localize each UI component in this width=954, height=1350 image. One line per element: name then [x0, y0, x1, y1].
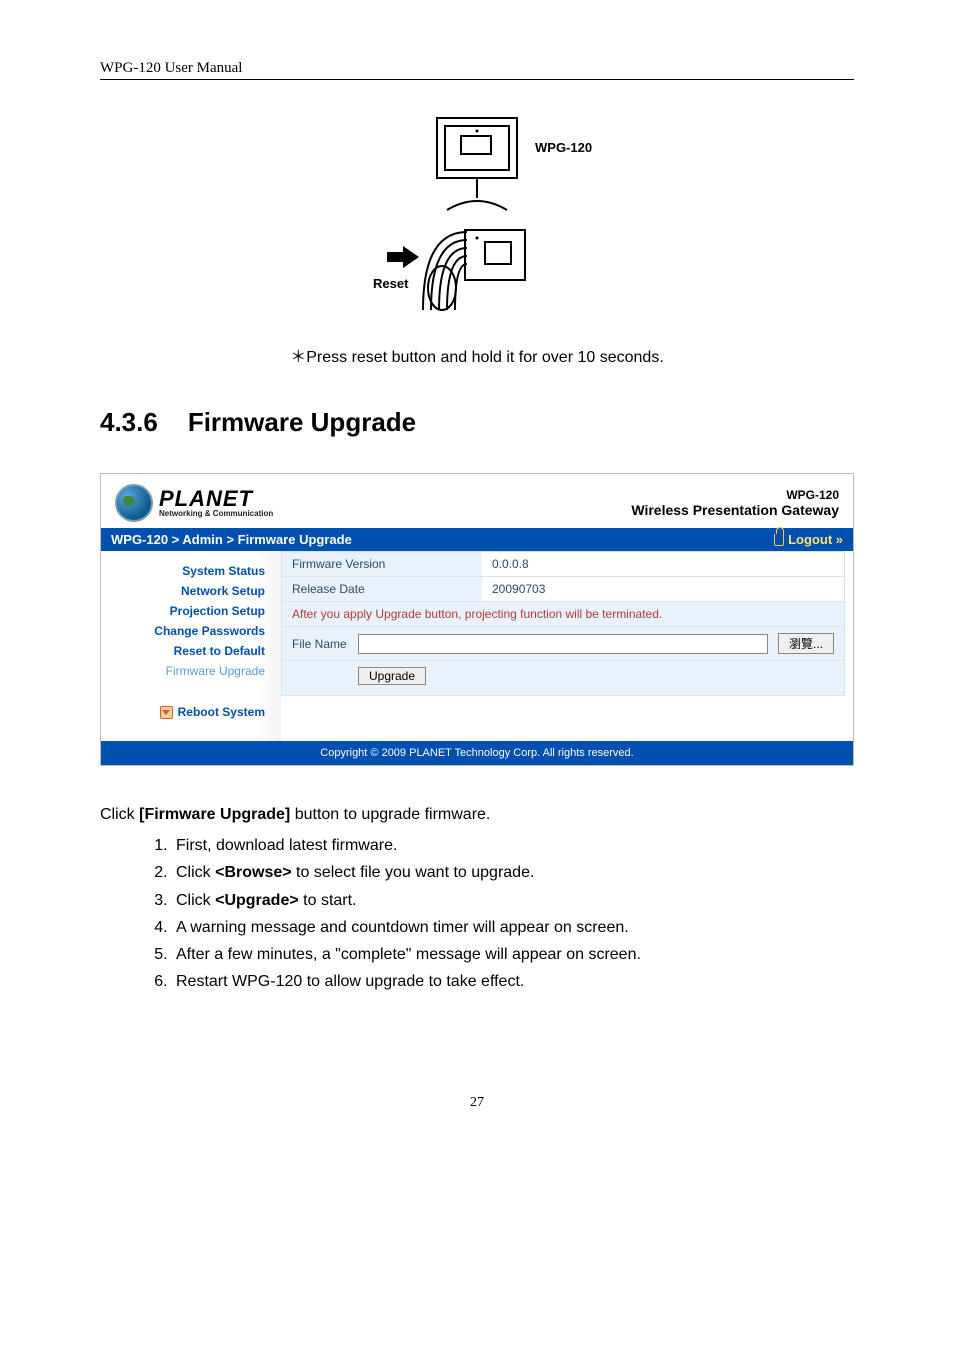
instructions: Click [Firmware Upgrade] button to upgra… — [100, 801, 854, 995]
upgrade-button[interactable]: Upgrade — [358, 667, 426, 685]
sidebar-item-system-status[interactable]: System Status — [101, 561, 265, 581]
file-name-label: File Name — [292, 637, 348, 651]
reboot-icon — [160, 706, 173, 719]
reset-caption: ＊Press reset button and hold it for over… — [100, 343, 854, 367]
model-label: WPG-120 — [631, 488, 839, 502]
content-panel: Firmware Version 0.0.0.8 Release Date 20… — [281, 551, 853, 741]
logo-tagline: Networking & Communication — [159, 510, 273, 518]
sidebar-item-reboot[interactable]: Reboot System — [101, 705, 265, 719]
sidebar-item-network-setup[interactable]: Network Setup — [101, 581, 265, 601]
section-heading: 4.3.6 Firmware Upgrade — [100, 407, 854, 438]
logo: PLANET Networking & Communication — [115, 484, 273, 522]
section-number: 4.3.6 — [100, 407, 158, 438]
webui-header: PLANET Networking & Communication WPG-12… — [101, 474, 853, 528]
instruction-step-4: A warning message and countdown timer wi… — [172, 914, 854, 941]
device-diagram-svg: WPG-120 Reset — [327, 110, 627, 320]
product-tagline: Wireless Presentation Gateway — [631, 502, 839, 518]
webui-screenshot: PLANET Networking & Communication WPG-12… — [100, 473, 854, 766]
diagram-reset-label: Reset — [373, 276, 409, 291]
breadcrumb-bar: WPG-120 > Admin > Firmware Upgrade Logou… — [101, 528, 853, 551]
lock-icon — [774, 534, 784, 546]
firmware-version-value: 0.0.0.8 — [482, 552, 844, 576]
instruction-step-3: Click <Upgrade> to start. — [172, 887, 854, 914]
instruction-step-5: After a few minutes, a "complete" messag… — [172, 941, 854, 968]
sidebar: System Status Network Setup Projection S… — [101, 551, 281, 741]
sidebar-item-projection-setup[interactable]: Projection Setup — [101, 601, 265, 621]
globe-icon — [115, 484, 153, 522]
instruction-step-2: Click <Browse> to select file you want t… — [172, 859, 854, 886]
sidebar-item-firmware-upgrade[interactable]: Firmware Upgrade — [101, 661, 265, 681]
instructions-intro: Click [Firmware Upgrade] button to upgra… — [100, 801, 854, 828]
release-date-value: 20090703 — [482, 577, 844, 601]
section-title: Firmware Upgrade — [188, 407, 416, 437]
instruction-step-6: Restart WPG-120 to allow upgrade to take… — [172, 968, 854, 995]
sidebar-item-change-passwords[interactable]: Change Passwords — [101, 621, 265, 641]
file-name-input[interactable] — [358, 634, 768, 654]
breadcrumb: WPG-120 > Admin > Firmware Upgrade — [111, 532, 352, 547]
browse-button[interactable]: 瀏覽... — [778, 633, 834, 654]
instruction-step-1: First, download latest firmware. — [172, 832, 854, 859]
diagram-device-label: WPG-120 — [535, 140, 592, 155]
copyright: Copyright © 2009 PLANET Technology Corp.… — [101, 741, 853, 765]
logout-link[interactable]: Logout » — [774, 532, 843, 547]
logo-brand: PLANET — [159, 488, 273, 510]
firmware-version-label: Firmware Version — [282, 552, 482, 576]
doc-header: WPG-120 User Manual — [100, 60, 854, 80]
device-diagram: WPG-120 Reset — [100, 110, 854, 325]
page-number: 27 — [100, 1095, 854, 1111]
release-date-label: Release Date — [282, 577, 482, 601]
upgrade-warning: After you apply Upgrade button, projecti… — [281, 602, 845, 627]
sidebar-item-reset-default[interactable]: Reset to Default — [101, 641, 265, 661]
